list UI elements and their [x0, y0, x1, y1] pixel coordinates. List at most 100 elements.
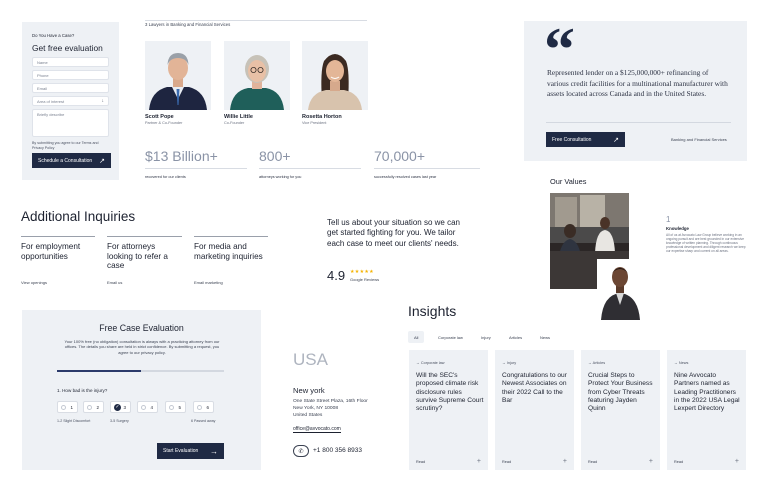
- radio-icon: [197, 405, 202, 410]
- start-evaluation-button[interactable]: Start Evaluation →: [157, 443, 224, 459]
- insight-card[interactable]: → Injury Congratulations to our Newest A…: [495, 350, 574, 470]
- arrow-up-right-icon: ↗: [99, 157, 105, 165]
- read-link[interactable]: Read: [588, 460, 597, 464]
- plus-icon[interactable]: +: [563, 458, 567, 465]
- team-member-role: Co-Founder: [224, 121, 245, 125]
- arrow-right-icon: →: [210, 446, 218, 456]
- rating-stars-icon: ★★★★★: [350, 269, 374, 275]
- option-label: 2: [96, 404, 99, 410]
- team-member-photo[interactable]: [302, 41, 368, 110]
- email-marketing-link[interactable]: Email marketing: [194, 280, 223, 285]
- google-reviews-label: Google Reviews: [350, 277, 380, 282]
- contact-title: Get free evaluation: [32, 43, 103, 53]
- office-email-link[interactable]: office@avvocato.com: [293, 426, 341, 433]
- team-member-name: Willie Little: [224, 114, 253, 120]
- insight-card[interactable]: → News Nine Avvocato Partners named as L…: [667, 350, 746, 470]
- radio-icon: [61, 405, 66, 410]
- address-line: United States: [293, 413, 323, 418]
- name-field[interactable]: Name: [32, 57, 109, 67]
- inquiry-title: For media and marketing inquiries: [194, 242, 263, 261]
- insight-title: Will the SEC's proposed climate risk dis…: [416, 372, 484, 413]
- email-field[interactable]: Email: [32, 83, 109, 93]
- schedule-consultation-label: Schedule a Consultation: [38, 157, 93, 164]
- values-title: Our Values: [550, 177, 587, 186]
- portrait-rosetta-horton: [302, 41, 368, 110]
- schedule-consultation-button[interactable]: Schedule a Consultation ↗: [32, 153, 111, 168]
- tab-all[interactable]: All: [408, 331, 425, 343]
- contact-eyebrow: Do You Have a Case?: [32, 33, 75, 38]
- phone-icon[interactable]: ✆: [293, 445, 309, 457]
- stat-label: attorneys working for you: [259, 175, 302, 179]
- injury-option-6[interactable]: 6: [193, 401, 214, 413]
- injury-option-1[interactable]: 1: [57, 401, 78, 413]
- stat-value: 800+: [259, 148, 291, 164]
- tab-news[interactable]: News: [534, 331, 556, 343]
- team-member-name: Rosetta Horton: [302, 114, 342, 120]
- insights-title: Insights: [408, 303, 457, 319]
- situation-text: Tell us about your situation so we can g…: [327, 218, 460, 248]
- office-country: USA: [293, 350, 328, 369]
- insight-card[interactable]: → Corporate law Will the SEC's proposed …: [409, 350, 488, 470]
- option-label: 1: [70, 404, 73, 410]
- insight-category: → Injury: [502, 361, 516, 365]
- free-case-description: Your 100% free (no obligation) consultat…: [64, 339, 220, 355]
- scale-label-mid: 3-5 Surgery: [110, 419, 129, 423]
- quote-text: Represented lender on a $125,000,000+ re…: [547, 68, 728, 99]
- plus-icon[interactable]: +: [649, 458, 653, 465]
- read-link[interactable]: Read: [502, 460, 511, 464]
- progress-track: [57, 370, 224, 372]
- inquiry-divider: [21, 236, 95, 237]
- tab-injury[interactable]: Injury: [475, 331, 497, 343]
- inquiry-title: For attorneys looking to refer a case: [107, 242, 168, 270]
- free-consultation-button[interactable]: Free Consultation ↗: [546, 132, 625, 147]
- tab-articles[interactable]: Articles: [503, 331, 528, 343]
- injury-option-2[interactable]: 2: [83, 401, 104, 413]
- office-phone[interactable]: +1 800 356 8933: [313, 447, 362, 454]
- insight-card[interactable]: → Articles Crucial Steps to Protect Your…: [581, 350, 660, 470]
- free-case-title: Free Case Evaluation: [99, 323, 184, 333]
- option-label: 3: [123, 404, 126, 410]
- view-openings-link[interactable]: View openings: [21, 280, 47, 285]
- value-description: All of us at Avvocato Law Group believe …: [666, 233, 746, 254]
- read-link[interactable]: Read: [674, 460, 683, 464]
- inquiry-title: For employment opportunities: [21, 242, 81, 261]
- insight-category-label: Corporate law: [420, 361, 445, 365]
- injury-option-5[interactable]: 5: [165, 401, 186, 413]
- scale-label-low: 1-2 Slight Discomfort: [57, 419, 91, 423]
- inquiry-divider: [194, 236, 268, 237]
- team-member-photo[interactable]: [224, 41, 290, 110]
- area-of-interest-select[interactable]: Area of interest ↓: [32, 96, 109, 106]
- chevron-down-icon: ↓: [101, 98, 105, 104]
- plus-icon[interactable]: +: [477, 458, 481, 465]
- email-us-link[interactable]: Email us: [107, 280, 122, 285]
- quote-divider: [546, 122, 731, 123]
- inquiry-divider: [107, 236, 182, 237]
- team-member-role: Partner & Co-Founder: [145, 121, 183, 125]
- portrait-willie-little: [224, 41, 290, 110]
- scale-label-high: 6 Passed away: [191, 419, 216, 423]
- describe-textarea[interactable]: Briefly describe: [32, 109, 109, 137]
- arrow-up-right-icon: ↗: [613, 136, 619, 144]
- tab-corporate-law[interactable]: Corporate law: [432, 331, 469, 343]
- stat-value: 70,000+: [374, 148, 425, 164]
- radio-icon: [169, 405, 174, 410]
- stat-divider: [374, 168, 480, 169]
- address-line: New York, NY 10008: [293, 406, 339, 411]
- check-icon: ✓: [114, 404, 121, 411]
- injury-option-3[interactable]: ✓ 3: [110, 401, 131, 413]
- stat-divider: [259, 168, 361, 169]
- value-title: Knowledge: [666, 226, 689, 231]
- phone-field[interactable]: Phone: [32, 70, 109, 80]
- team-member-photo[interactable]: [145, 41, 211, 110]
- free-case-evaluation-card: Free Case Evaluation Your 100% free (no …: [22, 310, 261, 470]
- plus-icon[interactable]: +: [735, 458, 739, 465]
- stat-value: $13 Billion+: [145, 148, 218, 164]
- injury-option-4[interactable]: 4: [137, 401, 158, 413]
- progress-fill: [57, 370, 141, 372]
- radio-icon: [141, 405, 146, 410]
- read-link[interactable]: Read: [416, 460, 425, 464]
- radio-icon: [87, 405, 92, 410]
- team-heading: 3 Lawyers in Banking and Financial Servi…: [145, 22, 231, 27]
- insight-category-label: News: [678, 361, 689, 365]
- stat-label: successfully resolved cases last year: [374, 175, 437, 179]
